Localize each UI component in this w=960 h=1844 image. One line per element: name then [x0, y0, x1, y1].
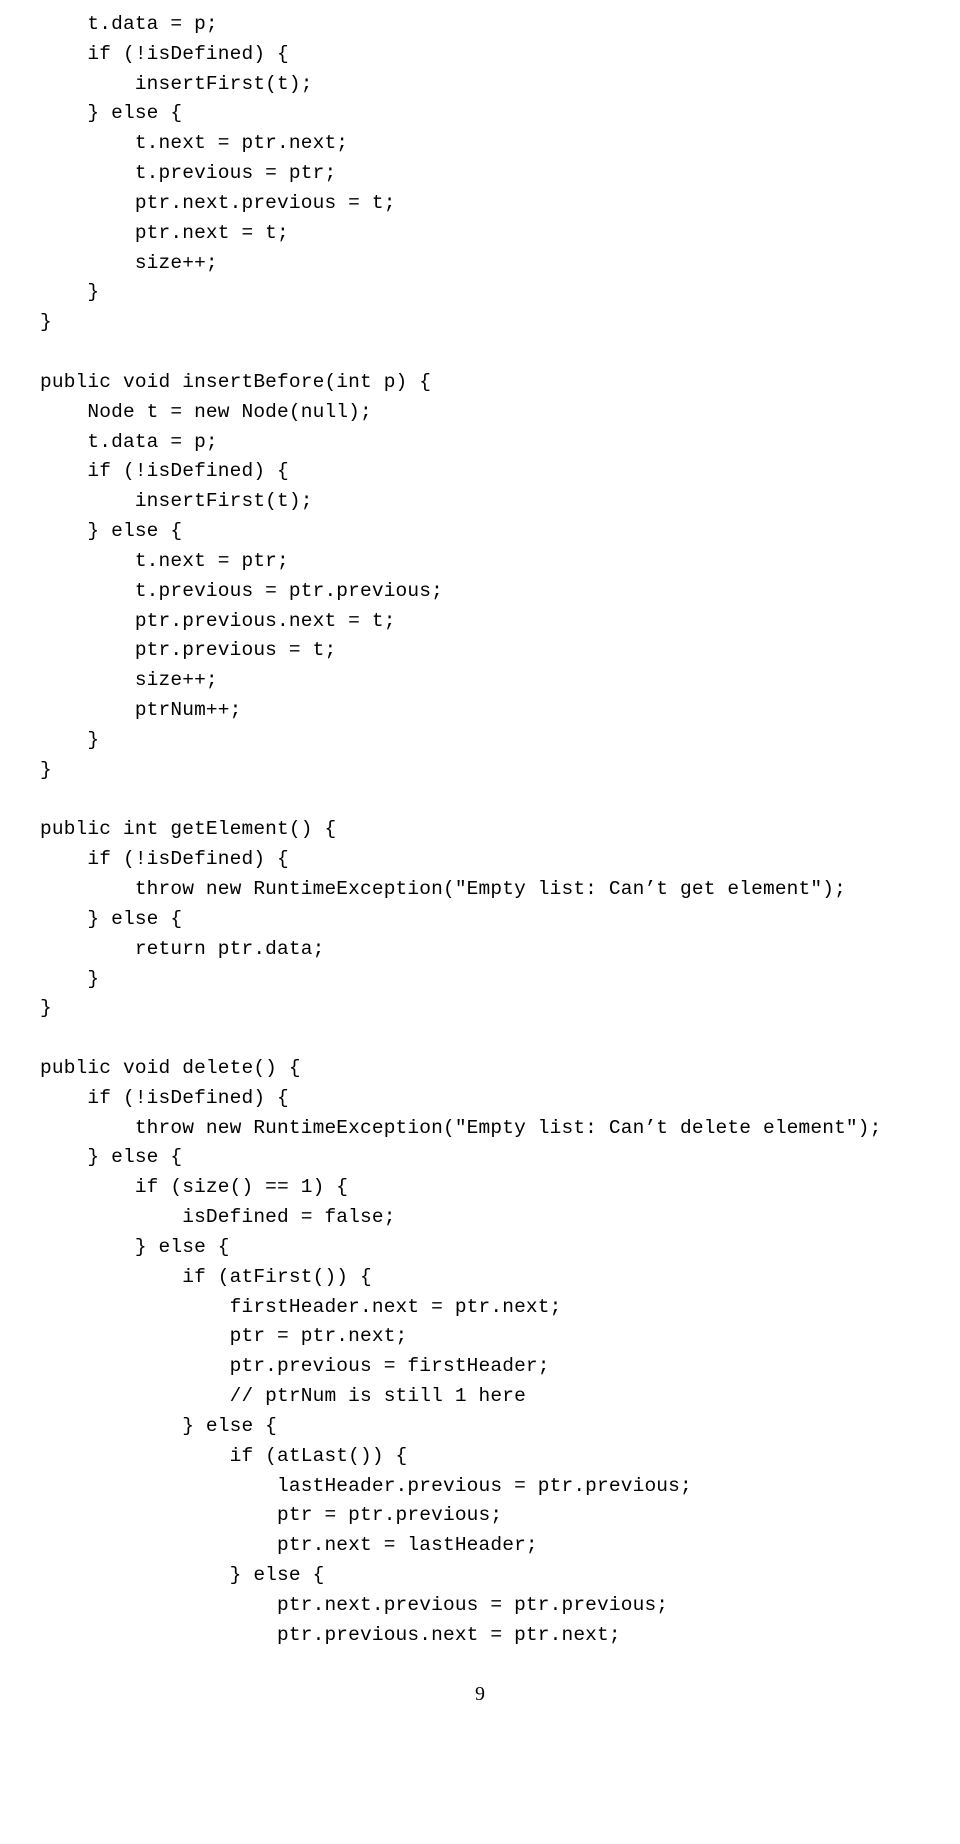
document-page: t.data = p; if (!isDefined) { insertFirs… [0, 0, 960, 1739]
page-number: 9 [0, 1679, 960, 1710]
code-listing: t.data = p; if (!isDefined) { insertFirs… [0, 10, 960, 1651]
